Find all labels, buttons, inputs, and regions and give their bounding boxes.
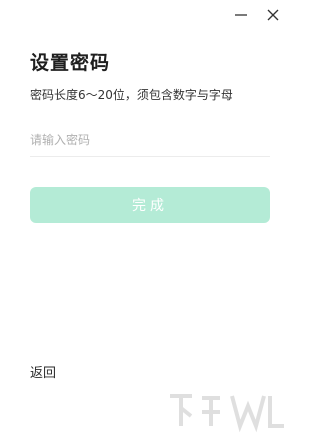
done-button[interactable]: 完成 [30,187,270,223]
back-link[interactable]: 返回 [30,362,56,381]
password-field-wrapper [30,126,270,157]
minimize-button[interactable] [232,6,250,24]
page-title: 设置密码 [30,52,111,74]
window-controls [232,6,282,24]
minimize-icon [234,8,248,22]
password-rule-hint: 密码长度6～20位，须包含数字与字母 [30,88,233,102]
close-icon [266,8,280,22]
set-password-window: 设置密码 密码长度6～20位，须包含数字与字母 完成 返回 [0,0,300,440]
password-input[interactable] [30,126,270,154]
site-watermark-logo [162,386,292,436]
close-button[interactable] [264,6,282,24]
